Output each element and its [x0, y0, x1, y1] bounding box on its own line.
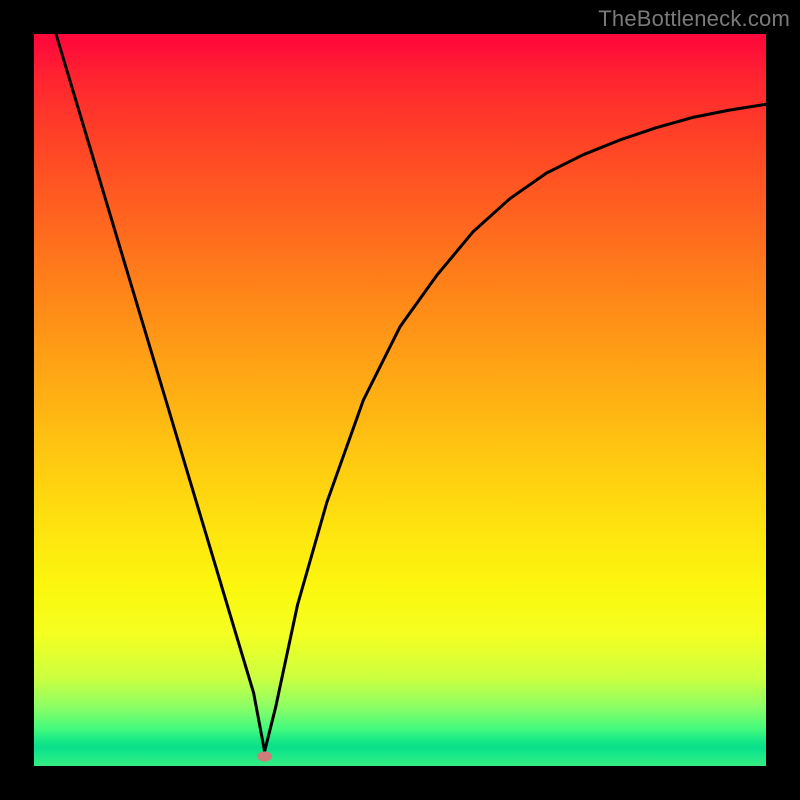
plot-area	[34, 34, 766, 766]
watermark-text: TheBottleneck.com	[598, 6, 790, 32]
bottleneck-curve	[56, 34, 766, 751]
curve-svg	[34, 34, 766, 766]
chart-frame: TheBottleneck.com	[0, 0, 800, 800]
minimum-marker	[257, 751, 272, 761]
